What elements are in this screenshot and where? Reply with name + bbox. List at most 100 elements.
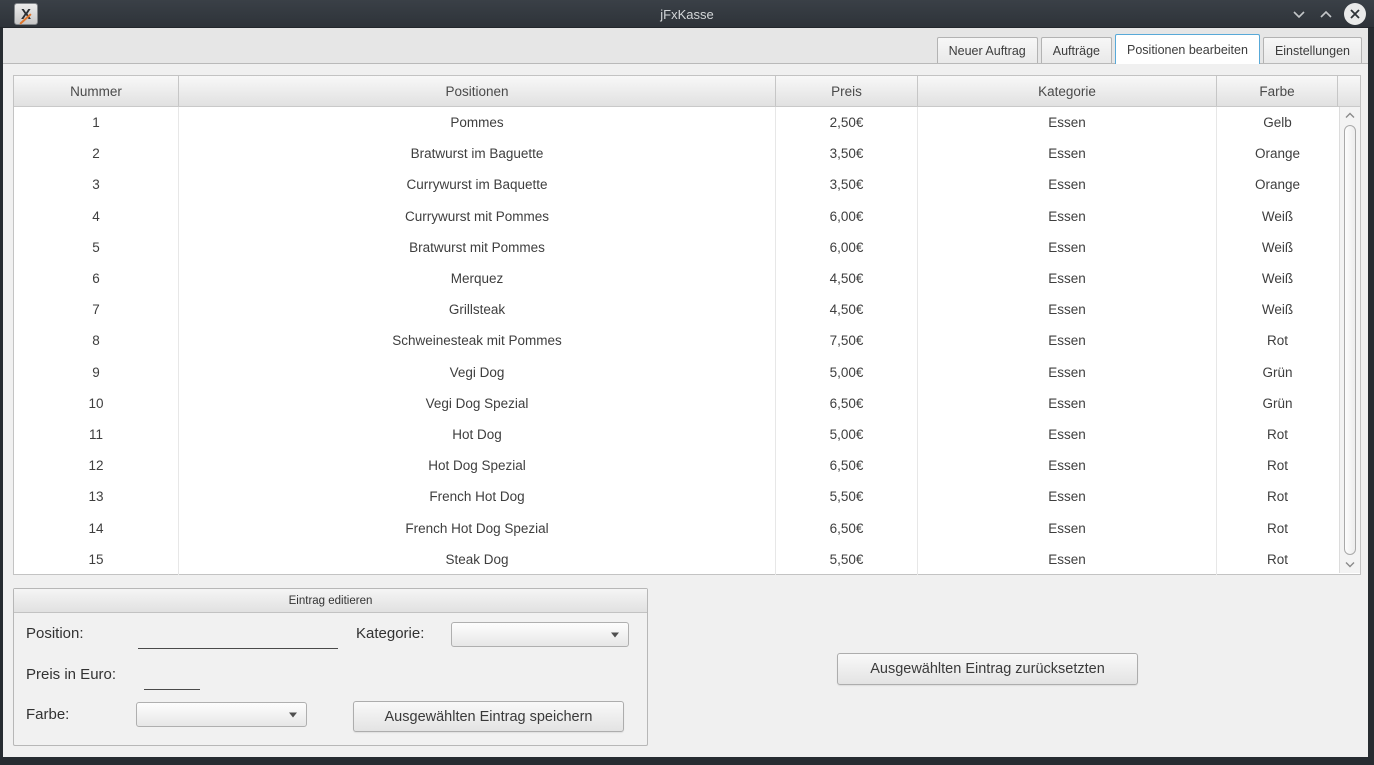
table-cell: Essen <box>918 512 1217 543</box>
table-cell: Bratwurst mit Pommes <box>179 232 776 263</box>
kategorie-dropdown[interactable] <box>451 622 629 647</box>
tab-einstellungen[interactable]: Einstellungen <box>1263 37 1362 63</box>
table-cell: 2,50€ <box>776 107 918 138</box>
column-header-preis[interactable]: Preis <box>776 76 918 106</box>
edit-entry-panel-body: Position: Kategorie: Preis in Euro: Farb… <box>14 613 647 744</box>
table-cell: Essen <box>918 388 1217 419</box>
maximize-icon[interactable] <box>1317 5 1335 23</box>
table-cell: Essen <box>918 294 1217 325</box>
window-frame-right <box>1368 28 1374 765</box>
preis-input[interactable] <box>144 670 200 690</box>
close-icon[interactable] <box>1344 3 1366 25</box>
window-controls <box>1290 0 1366 28</box>
table-row[interactable]: 13French Hot Dog5,50€EssenRot <box>14 481 1339 512</box>
column-header-farbe[interactable]: Farbe <box>1217 76 1338 106</box>
table-cell: Gelb <box>1217 107 1338 138</box>
table-cell: 3,50€ <box>776 169 918 200</box>
table-scrollbar[interactable] <box>1339 107 1360 573</box>
table-cell: 5,50€ <box>776 481 918 512</box>
table-cell: 14 <box>14 512 179 543</box>
save-entry-button[interactable]: Ausgewählten Eintrag speichern <box>353 701 624 732</box>
table-row[interactable]: 4Currywurst mit Pommes6,00€EssenWeiß <box>14 201 1339 232</box>
table-cell: 1 <box>14 107 179 138</box>
minimize-icon[interactable] <box>1290 5 1308 23</box>
table-cell: 2 <box>14 138 179 169</box>
table-cell: Rot <box>1217 450 1338 481</box>
table-cell: Essen <box>918 232 1217 263</box>
tab-neuer-auftrag[interactable]: Neuer Auftrag <box>937 37 1038 63</box>
position-label: Position: <box>26 625 84 642</box>
preis-label: Preis in Euro: <box>26 666 116 683</box>
positions-table: NummerPositionenPreisKategorieFarbe 1Pom… <box>13 75 1361 575</box>
position-input[interactable] <box>138 629 338 649</box>
table-cell: 3 <box>14 169 179 200</box>
table-cell: Essen <box>918 357 1217 388</box>
table-cell: Bratwurst im Baguette <box>179 138 776 169</box>
kategorie-label: Kategorie: <box>356 625 424 642</box>
table-row[interactable]: 8Schweinesteak mit Pommes7,50€EssenRot <box>14 325 1339 356</box>
titlebar: X jFxKasse <box>0 0 1374 28</box>
table-row[interactable]: 10Vegi Dog Spezial6,50€EssenGrün <box>14 388 1339 419</box>
table-cell: Hot Dog <box>179 419 776 450</box>
scroll-up-icon[interactable] <box>1345 109 1355 122</box>
table-cell: Weiß <box>1217 201 1338 232</box>
edit-entry-panel: Eintrag editieren Position: Kategorie: P… <box>13 588 648 746</box>
table-cell: Essen <box>918 107 1217 138</box>
table-row[interactable]: 14French Hot Dog Spezial6,50€EssenRot <box>14 512 1339 543</box>
table-cell: 9 <box>14 357 179 388</box>
table-row[interactable]: 15Steak Dog5,50€EssenRot <box>14 544 1339 575</box>
tab-bar: Neuer AuftragAufträgePositionen bearbeit… <box>0 28 1374 64</box>
table-row[interactable]: 12Hot Dog Spezial6,50€EssenRot <box>14 450 1339 481</box>
table-cell: Vegi Dog Spezial <box>179 388 776 419</box>
table-cell: French Hot Dog <box>179 481 776 512</box>
table-cell: Essen <box>918 201 1217 232</box>
window-frame-left <box>0 28 3 765</box>
table-cell: Currywurst mit Pommes <box>179 201 776 232</box>
table-row[interactable]: 9Vegi Dog5,00€EssenGrün <box>14 357 1339 388</box>
table-cell: Currywurst im Baquette <box>179 169 776 200</box>
table-row[interactable]: 7Grillsteak4,50€EssenWeiß <box>14 294 1339 325</box>
table-cell: Essen <box>918 325 1217 356</box>
table-cell: 4,50€ <box>776 294 918 325</box>
tab-auftraege[interactable]: Aufträge <box>1041 37 1112 63</box>
table-cell: 12 <box>14 450 179 481</box>
table-cell: Essen <box>918 450 1217 481</box>
table-row[interactable]: 11Hot Dog5,00€EssenRot <box>14 419 1339 450</box>
table-body: 1Pommes2,50€EssenGelb2Bratwurst im Bague… <box>14 107 1339 574</box>
table-row[interactable]: 1Pommes2,50€EssenGelb <box>14 107 1339 138</box>
window-title: jFxKasse <box>0 0 1374 28</box>
table-row[interactable]: 3Currywurst im Baquette3,50€EssenOrange <box>14 169 1339 200</box>
table-row[interactable]: 5Bratwurst mit Pommes6,00€EssenWeiß <box>14 232 1339 263</box>
table-cell: Schweinesteak mit Pommes <box>179 325 776 356</box>
table-cell: 5,00€ <box>776 357 918 388</box>
table-cell: 4,50€ <box>776 263 918 294</box>
column-header-kategorie[interactable]: Kategorie <box>918 76 1217 106</box>
table-cell: Merquez <box>179 263 776 294</box>
table-cell: Essen <box>918 419 1217 450</box>
chevron-down-icon <box>611 632 619 637</box>
table-cell: Vegi Dog <box>179 357 776 388</box>
farbe-label: Farbe: <box>26 706 69 723</box>
table-cell: Weiß <box>1217 232 1338 263</box>
scroll-down-icon[interactable] <box>1345 558 1355 571</box>
table-cell: Rot <box>1217 325 1338 356</box>
edit-entry-panel-header[interactable]: Eintrag editieren <box>14 589 647 613</box>
table-cell: Essen <box>918 263 1217 294</box>
scrollbar-thumb[interactable] <box>1344 125 1356 555</box>
table-cell: 8 <box>14 325 179 356</box>
table-cell: Rot <box>1217 481 1338 512</box>
column-header-positionen[interactable]: Positionen <box>179 76 776 106</box>
table-cell: Grün <box>1217 388 1338 419</box>
table-cell: Rot <box>1217 419 1338 450</box>
reset-entry-button[interactable]: Ausgewählten Eintrag zurücksetzten <box>837 653 1138 685</box>
table-row[interactable]: 6Merquez4,50€EssenWeiß <box>14 263 1339 294</box>
farbe-dropdown[interactable] <box>136 702 307 727</box>
table-row[interactable]: 2Bratwurst im Baguette3,50€EssenOrange <box>14 138 1339 169</box>
tab-positionen-bearbeiten[interactable]: Positionen bearbeiten <box>1115 34 1260 64</box>
table-cell: 6 <box>14 263 179 294</box>
table-cell: 5 <box>14 232 179 263</box>
column-header-nummer[interactable]: Nummer <box>14 76 179 106</box>
table-cell: 6,50€ <box>776 450 918 481</box>
table-cell: Orange <box>1217 169 1338 200</box>
table-cell: French Hot Dog Spezial <box>179 512 776 543</box>
